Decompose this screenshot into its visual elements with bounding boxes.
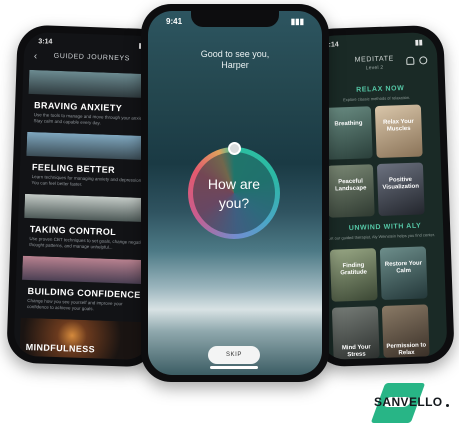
nav-title: GUIDED JOURNEYS — [53, 52, 131, 63]
tile-label: Mind Your Stress — [341, 344, 371, 359]
sanvello-logo-dot — [446, 404, 449, 407]
bell-icon[interactable] — [406, 56, 415, 65]
journey-card-feeling-better[interactable]: FEELING BETTER Learn techniques for mana… — [25, 131, 158, 195]
meditate-screen: 3:14 ▮▮ MEDITATE Level 2 RELAX NOW Explo… — [310, 31, 448, 361]
tile-label: Permission to Relax — [386, 342, 427, 357]
greeting: Good to see you, Harper — [148, 49, 322, 71]
tile-label: Relax Your Muscles — [382, 118, 414, 133]
mood-question-line: How are — [207, 176, 261, 192]
mood-checkin-screen: 9:41 ▮▮▮ Good to see you, Harper How are… — [148, 11, 322, 375]
tile-label: Finding Gratitude — [340, 262, 368, 277]
journey-card-braving-anxiety[interactable]: BRAVING ANXIETY Use the tools to manage … — [27, 69, 160, 133]
journey-card-desc: Change how you see yourself and improve … — [27, 297, 123, 312]
sanvello-logo-text: SANVELLO — [374, 395, 443, 409]
section-title-relax-now: RELAX NOW — [356, 85, 405, 94]
status-bar: 9:41 ▮▮▮ — [166, 17, 304, 26]
tile-restore-your-calm[interactable]: Restore Your Calm — [379, 246, 428, 300]
tile-label: Positive Visualization — [382, 176, 420, 191]
back-arrow-icon[interactable]: ‹ — [34, 51, 38, 62]
journey-card-building-confidence[interactable]: BUILDING CONFIDENCE Change how you see y… — [21, 255, 153, 319]
tile-mind-your-stress[interactable]: Mind Your Stress — [331, 306, 380, 360]
tile-relax-muscles[interactable]: Relax Your Muscles — [374, 104, 423, 159]
profile-icon[interactable] — [419, 56, 428, 65]
user-name: Harper — [221, 60, 249, 70]
journey-card-image — [28, 69, 160, 99]
section-subtitle: Let our guided therapist, Aly Weinstein … — [327, 232, 436, 241]
tile-permission-to-relax[interactable]: Permission to Relax — [381, 304, 430, 358]
battery-icon: ▮▮ — [414, 39, 423, 47]
journey-card-title: TAKING CONTROL — [29, 224, 117, 238]
guided-journeys-screen: 3:14 ▮▮ ‹ GUIDED JOURNEYS BRAVING ANXIET… — [13, 31, 161, 361]
mood-dial-handle[interactable] — [228, 142, 241, 155]
signal-battery-icon: ▮▮▮ — [290, 17, 304, 26]
status-time: 9:41 — [166, 17, 183, 26]
journey-card-image — [26, 131, 158, 161]
mood-question: How are you? — [188, 175, 280, 213]
journey-card-title: FEELING BETTER — [31, 162, 116, 175]
journey-card-mindfulness[interactable]: MINDFULNESS — [19, 317, 151, 361]
tile-label: Restore Your Calm — [384, 260, 423, 275]
tile-label: Peaceful Landscape — [334, 178, 367, 193]
tile-peaceful-landscape[interactable]: Peaceful Landscape — [326, 164, 375, 218]
phone-mood-checkin: 9:41 ▮▮▮ Good to see you, Harper How are… — [141, 4, 329, 382]
status-bar: 3:14 ▮▮ — [38, 38, 146, 50]
journey-card-title: BRAVING ANXIETY — [33, 100, 123, 114]
nav-bar: ‹ GUIDED JOURNEYS — [24, 51, 160, 71]
header-icons — [406, 56, 428, 65]
mood-question-line: you? — [218, 195, 250, 211]
journey-card-desc: Learn techniques for managing anxiety an… — [31, 174, 143, 187]
section-subtitle: Explore classic methods of relaxation. — [342, 94, 411, 103]
sanvello-logo: SANVELLO — [370, 381, 454, 427]
tile-positive-visualization[interactable]: Positive Visualization — [376, 162, 425, 217]
home-indicator — [210, 366, 258, 369]
journey-card-image — [24, 193, 155, 223]
greeting-line: Good to see you, — [200, 49, 270, 59]
status-bar: 3:14 ▮▮ — [325, 38, 423, 49]
journey-card-image — [22, 255, 153, 285]
status-time: 3:14 — [38, 38, 53, 46]
journey-card-desc: Use proven CBT techniques to set goals, … — [29, 236, 146, 250]
tile-label: Breathing — [334, 120, 363, 128]
skip-button[interactable]: SKIP — [208, 346, 260, 364]
section-title-unwind-with-aly: UNWIND WITH ALY — [348, 222, 422, 233]
app-showcase: 3:14 ▮▮ ‹ GUIDED JOURNEYS BRAVING ANXIET… — [0, 0, 459, 432]
tile-finding-gratitude[interactable]: Finding Gratitude — [329, 248, 378, 302]
journey-card-taking-control[interactable]: TAKING CONTROL Use proven CBT techniques… — [23, 193, 155, 257]
journey-card-desc: Use the tools to manage and move through… — [33, 112, 147, 126]
tile-breathing[interactable]: Breathing — [324, 106, 373, 160]
